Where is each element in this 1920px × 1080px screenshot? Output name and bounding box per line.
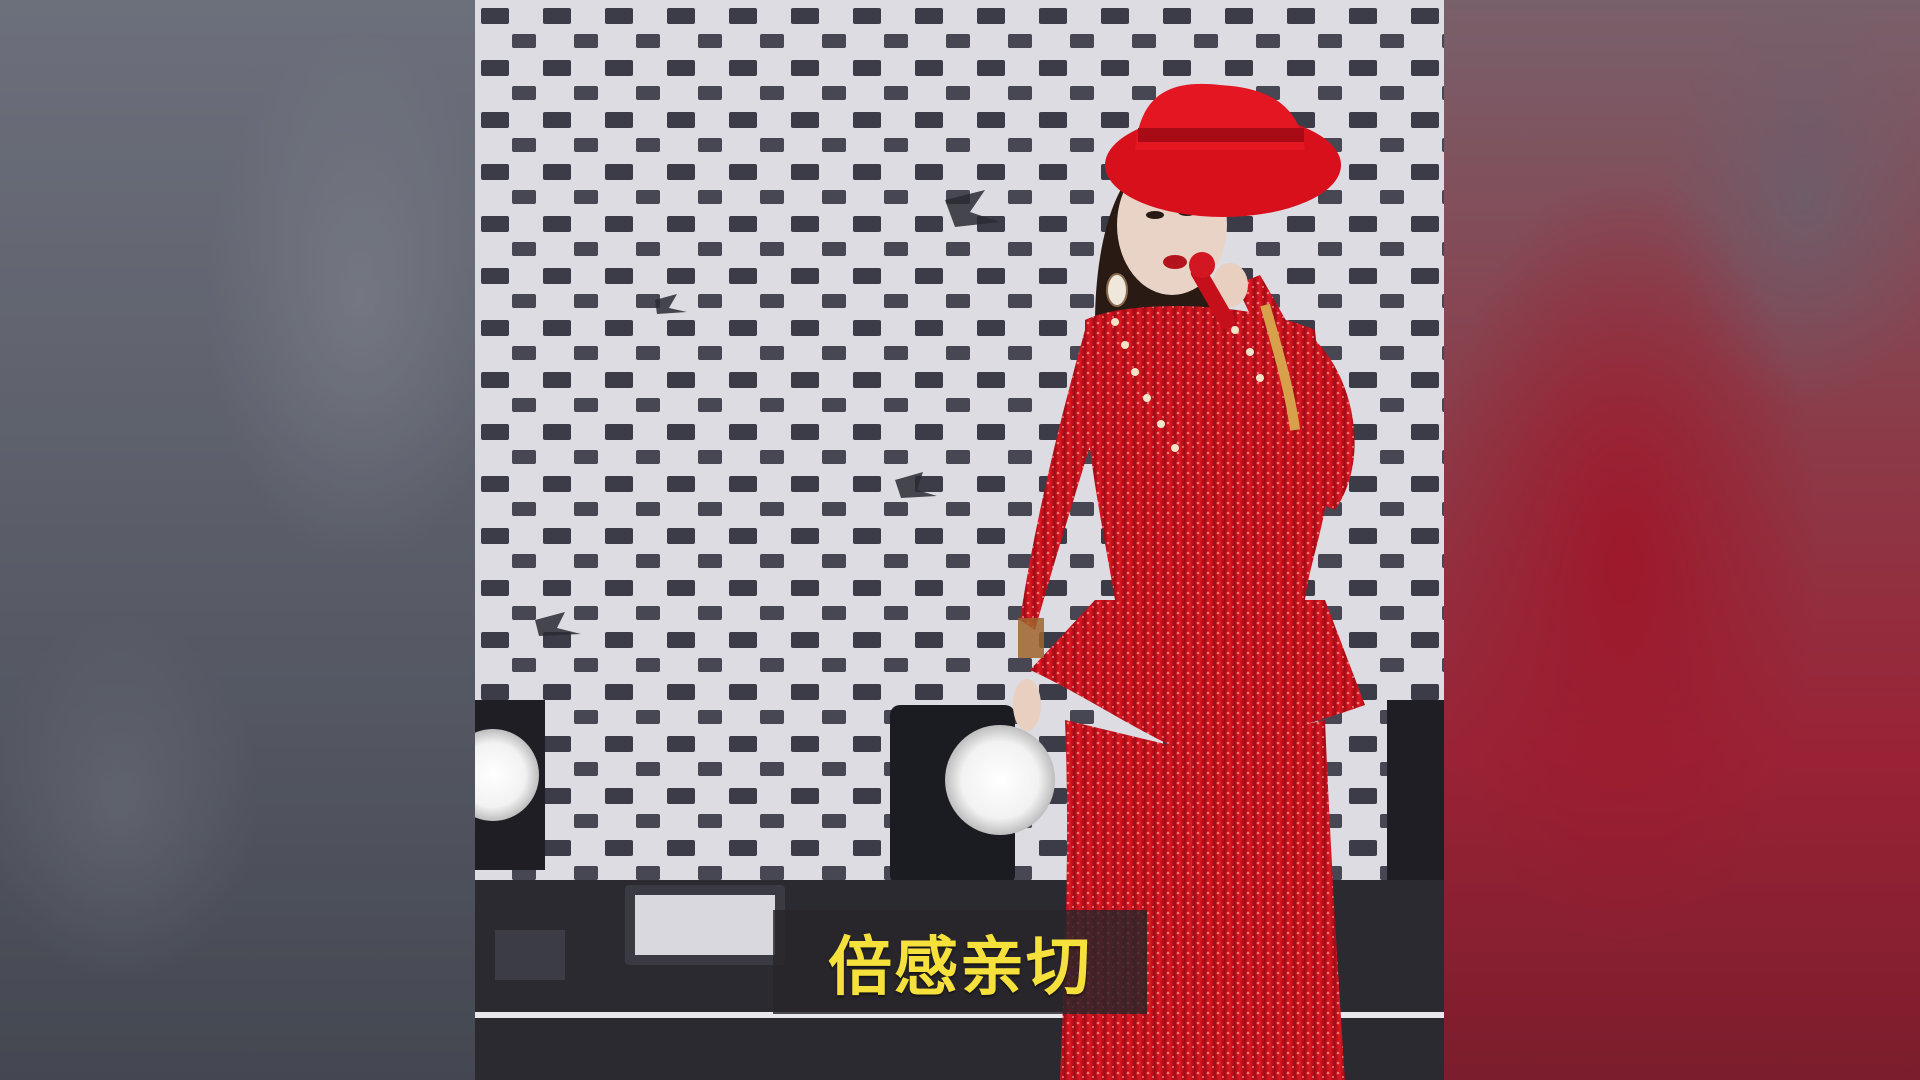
stage-light-right: [1387, 700, 1444, 880]
stage-light-left: [475, 700, 545, 870]
blurred-right-panel: [1444, 0, 1920, 1080]
video-content: 倍感亲切: [475, 0, 1444, 1080]
subtitle-text: 倍感亲切: [828, 931, 1092, 1005]
video-frame: 倍感亲切: [0, 0, 1920, 1080]
subtitle-box: 倍感亲切: [773, 910, 1147, 1014]
blurred-left-panel: [0, 0, 475, 1080]
